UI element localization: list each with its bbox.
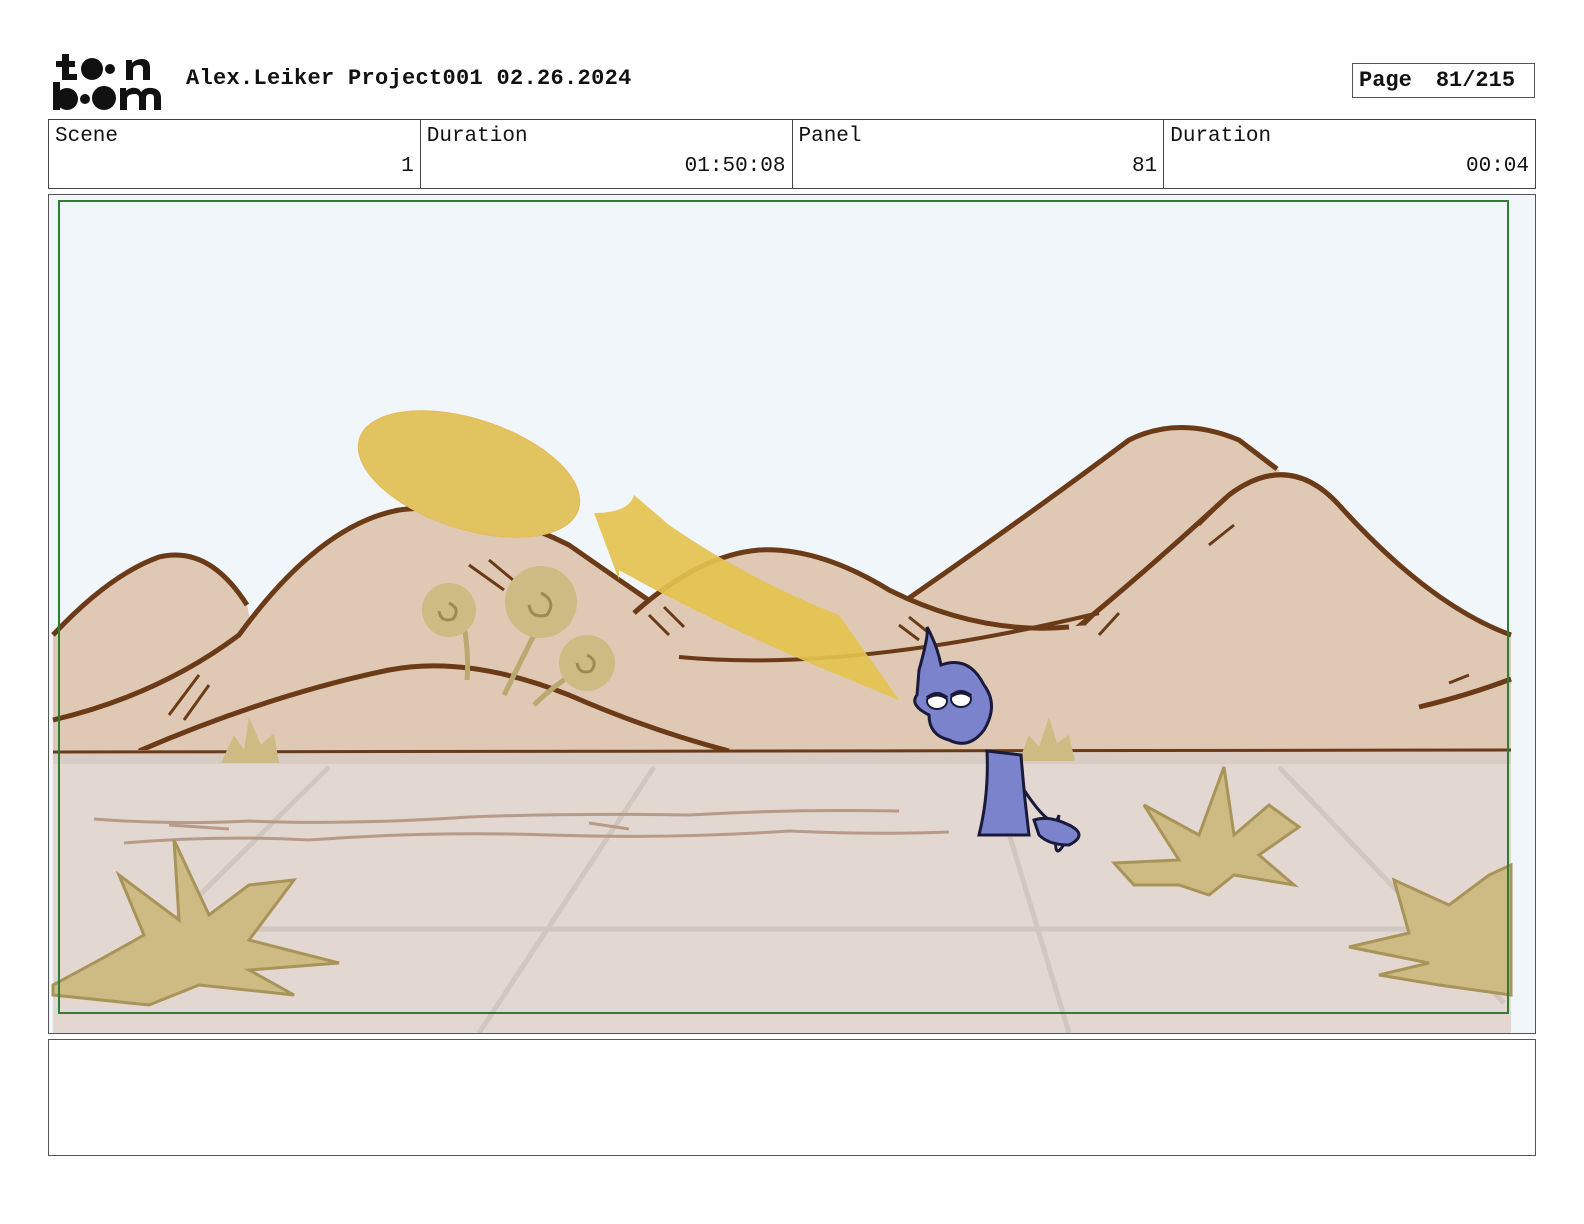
storyboard-panel [48,194,1536,1034]
project-title: Alex.Leiker Project001 02.26.2024 [186,66,632,91]
panel-cell: Panel 81 [793,120,1165,188]
scene-cell: Scene 1 [49,120,421,188]
scene-label: Scene [55,125,119,148]
panel-duration-cell: Duration 00:04 [1164,120,1535,188]
page-label: Page [1359,68,1412,93]
page-indicator: Page 81/215 [1352,63,1535,98]
page-number: 81/215 [1435,68,1516,93]
panel-label: Panel [798,125,862,148]
scene-duration-label: Duration [426,125,528,148]
panel-duration-value: 00:04 [1465,155,1529,178]
scene-info-table: Scene 1 Duration 01:50:08 Panel 81 Durat… [48,119,1536,189]
panel-notes [48,1039,1536,1156]
scene-duration-cell: Duration 01:50:08 [421,120,793,188]
scene-duration-value: 01:50:08 [684,155,786,178]
panel-duration-label: Duration [1170,125,1272,148]
toon-boom-logo-icon [53,54,161,110]
panel-illustration [49,195,1535,1033]
scene-value: 1 [401,155,414,178]
toon-boom-logo [52,52,164,112]
panel-value: 81 [1132,155,1158,178]
